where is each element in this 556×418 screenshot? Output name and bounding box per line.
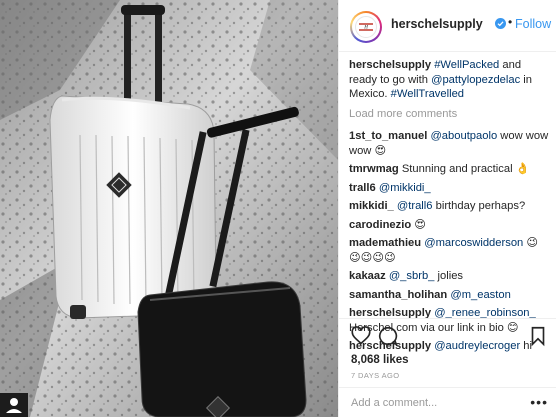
header-separator: • (508, 15, 513, 29)
comment-mention[interactable]: @mikkidi_ (379, 182, 431, 194)
comment-item: mademathieu @marcoswidderson 😉😉😉😉😉 (349, 236, 549, 265)
header-username[interactable]: herschelsupply (391, 17, 483, 31)
post-actions-bar: 8,068 likes 7 DAYS AGO Add a comment... … (339, 318, 556, 417)
comment-mention[interactable]: @aboutpaolo (430, 130, 497, 142)
photo-dark-overlay-corner (0, 393, 28, 417)
comments-list: herschelsupply #WellPacked and ready to … (349, 58, 549, 358)
comment-item: trall6 @mikkidi_ (349, 181, 549, 196)
follow-button[interactable]: Follow (515, 17, 551, 31)
comment-item: mikkidi_ @trall6 birthday perhaps? (349, 199, 549, 214)
comment-username[interactable]: kakaaz (349, 270, 386, 282)
likes-count[interactable]: 8,068 likes (351, 354, 409, 366)
comment-item: tmrwmag Stunning and practical 👌 (349, 162, 549, 177)
comment-text: 😍 (414, 218, 426, 231)
post-photo[interactable] (0, 0, 338, 417)
comment-username[interactable]: mademathieu (349, 237, 421, 249)
comment-text: jolies (434, 270, 464, 282)
hashtag-link[interactable]: #WellTravelled (391, 88, 464, 100)
add-comment-box: Add a comment... ••• (339, 387, 556, 418)
verified-badge-icon (495, 18, 506, 29)
avatar-ring-inner: H (352, 13, 380, 41)
comment-mention[interactable]: @_sbrb_ (389, 270, 435, 282)
comment-item: kakaaz @_sbrb_ jolies (349, 269, 549, 284)
comment-username[interactable]: trall6 (349, 182, 376, 194)
post-timestamp: 7 DAYS AGO (351, 371, 400, 380)
more-options-button[interactable]: ••• (530, 394, 548, 410)
comment-mention[interactable]: @m_easton (450, 289, 511, 301)
hashtag-link[interactable]: #WellPacked (434, 59, 499, 71)
comment-username[interactable]: mikkidi_ (349, 200, 394, 212)
comment-item: 1st_to_manuel @aboutpaolo wow wow wow 😍 (349, 129, 549, 158)
comment-username[interactable]: 1st_to_manuel (349, 130, 427, 142)
add-comment-input[interactable]: Add a comment... (351, 397, 437, 409)
comment-icon[interactable] (377, 325, 399, 347)
comment-item: carodinezio 😍 (349, 218, 549, 233)
comment-mention[interactable]: @trall6 (397, 200, 433, 212)
avatar[interactable]: H (350, 11, 382, 43)
comment-username[interactable]: samantha_holihan (349, 289, 447, 301)
user-tag-icon[interactable] (0, 393, 28, 417)
post-caption: herschelsupply #WellPacked and ready to … (349, 58, 549, 102)
comment-text: Stunning and practical 👌 (401, 163, 530, 175)
luggage-photo (0, 0, 338, 417)
load-more-comments-button[interactable]: Load more comments (349, 107, 549, 122)
svg-text:H: H (363, 26, 368, 31)
herschel-logo-icon: H (355, 16, 377, 38)
instagram-post: H herschelsupply • Follow herschelsupply… (0, 0, 556, 417)
comment-item: samantha_holihan @m_easton (349, 288, 549, 303)
mention-link[interactable]: @pattylopezdelac (431, 74, 520, 86)
comment-text: birthday perhaps? (432, 200, 526, 212)
heart-icon[interactable] (350, 325, 372, 347)
post-side-panel: H herschelsupply • Follow herschelsupply… (338, 0, 556, 417)
comment-username[interactable]: tmrwmag (349, 163, 399, 175)
comment-username[interactable]: carodinezio (349, 219, 411, 231)
post-header: H herschelsupply • Follow (339, 0, 556, 52)
comment-mention[interactable]: @marcoswidderson (424, 237, 523, 249)
caption-username[interactable]: herschelsupply (349, 59, 431, 71)
bookmark-icon[interactable] (527, 325, 549, 347)
